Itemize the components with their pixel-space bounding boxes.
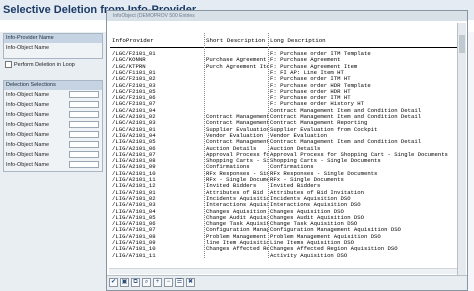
horizontal-scrollbar[interactable] xyxy=(109,268,457,274)
selection-row: Info-Object Name xyxy=(4,90,102,100)
new-icon: + xyxy=(155,279,160,285)
check-button[interactable]: ✔ xyxy=(109,278,118,287)
selection-row: Info-Object Name xyxy=(4,100,102,110)
selection-row: Info-Object Name xyxy=(4,140,102,150)
selection-label: Info-Object Name xyxy=(6,142,50,148)
selection-input[interactable] xyxy=(69,161,99,168)
delete-button[interactable]: − xyxy=(164,278,173,287)
vertical-scrollbar[interactable] xyxy=(457,23,466,281)
perform-deletion-checkbox[interactable] xyxy=(5,61,12,69)
group-header: Info-Provider Name xyxy=(4,34,102,43)
header-separator xyxy=(110,47,460,48)
selection-panel: Info-Provider Name Info-Object Name Perf… xyxy=(0,32,106,291)
deletion-selections-group: Delection Selections Info-Object Name Inf… xyxy=(3,80,103,172)
copy-icon: ⧉ xyxy=(133,279,138,285)
search-icon: ⌕ xyxy=(144,279,149,285)
selection-input[interactable] xyxy=(69,131,99,138)
cancel-button[interactable]: ✖ xyxy=(186,278,195,287)
selection-row: Info-Object Name xyxy=(4,110,102,120)
cancel-icon: ✖ xyxy=(187,279,194,285)
field-label: Info-Object Name xyxy=(6,45,50,51)
selection-label: Info-Object Name xyxy=(6,112,50,118)
cell-long-description: Activity Aquisition DSO xyxy=(270,251,348,258)
selection-row: Info-Object Name xyxy=(4,120,102,130)
selection-row: Info-Object Name xyxy=(4,130,102,140)
selection-row: Info-Object Name xyxy=(4,150,102,160)
select-icon: ☰ xyxy=(176,279,183,285)
selection-input[interactable] xyxy=(69,141,99,148)
selection-label: Info-Object Name xyxy=(6,152,50,158)
column-header-short-description[interactable]: Short Description xyxy=(206,37,265,46)
selection-label: Info-Object Name xyxy=(6,122,50,128)
selection-row: Info-Object Name xyxy=(4,160,102,170)
selection-rows: Info-Object Name Info-Object Name Info-Obj… xyxy=(4,90,102,170)
selection-label: Info-Object Name xyxy=(6,102,50,108)
scrollbar-thumb[interactable] xyxy=(459,35,465,53)
table-row[interactable]: /LIG/A7101_11 Activity Aquisition DSO xyxy=(110,252,460,258)
group-header: Delection Selections xyxy=(4,81,102,90)
dialog-toolbar: ✔ ▣ ⧉ ⌕ + − ☰ ✖ xyxy=(107,275,467,290)
delete-icon: − xyxy=(166,279,171,285)
column-header-infoprovider[interactable]: InfoProvider xyxy=(112,37,154,46)
perform-deletion-option[interactable]: Perform Deletion in Loop xyxy=(3,60,103,70)
selection-input[interactable] xyxy=(69,101,99,108)
save-icon: ▣ xyxy=(121,279,128,285)
check-icon: ✔ xyxy=(110,279,117,285)
copy-button[interactable]: ⧉ xyxy=(131,278,140,287)
dialog-title: InfoObject (DEMOPROV 500 Entries xyxy=(107,11,467,21)
selection-input[interactable] xyxy=(69,91,99,98)
save-button[interactable]: ▣ xyxy=(120,278,129,287)
search-button[interactable]: ⌕ xyxy=(142,278,151,287)
info-object-name-row: Info-Object Name xyxy=(4,43,102,53)
selection-input[interactable] xyxy=(69,151,99,158)
value-help-dialog: InfoObject (DEMOPROV 500 Entries InfoPro… xyxy=(106,10,468,291)
new-button[interactable]: + xyxy=(153,278,162,287)
cell-infoprovider: /LIG/A7101_11 xyxy=(112,251,156,258)
selection-label: Info-Object Name xyxy=(6,92,50,98)
perform-deletion-row[interactable]: Perform Deletion in Loop xyxy=(3,60,103,72)
checkbox-label: Perform Deletion in Loop xyxy=(14,62,75,68)
results-table: InfoProvider Short Description Long Desc… xyxy=(110,33,460,258)
selection-input[interactable] xyxy=(69,111,99,118)
column-header-long-description[interactable]: Long Description xyxy=(270,37,326,46)
info-provider-group: Info-Provider Name Info-Object Name xyxy=(3,33,103,59)
selection-label: Info-Object Name xyxy=(6,162,50,168)
select-button[interactable]: ☰ xyxy=(175,278,184,287)
selection-label: Info-Object Name xyxy=(6,132,50,138)
selection-input[interactable] xyxy=(69,121,99,128)
